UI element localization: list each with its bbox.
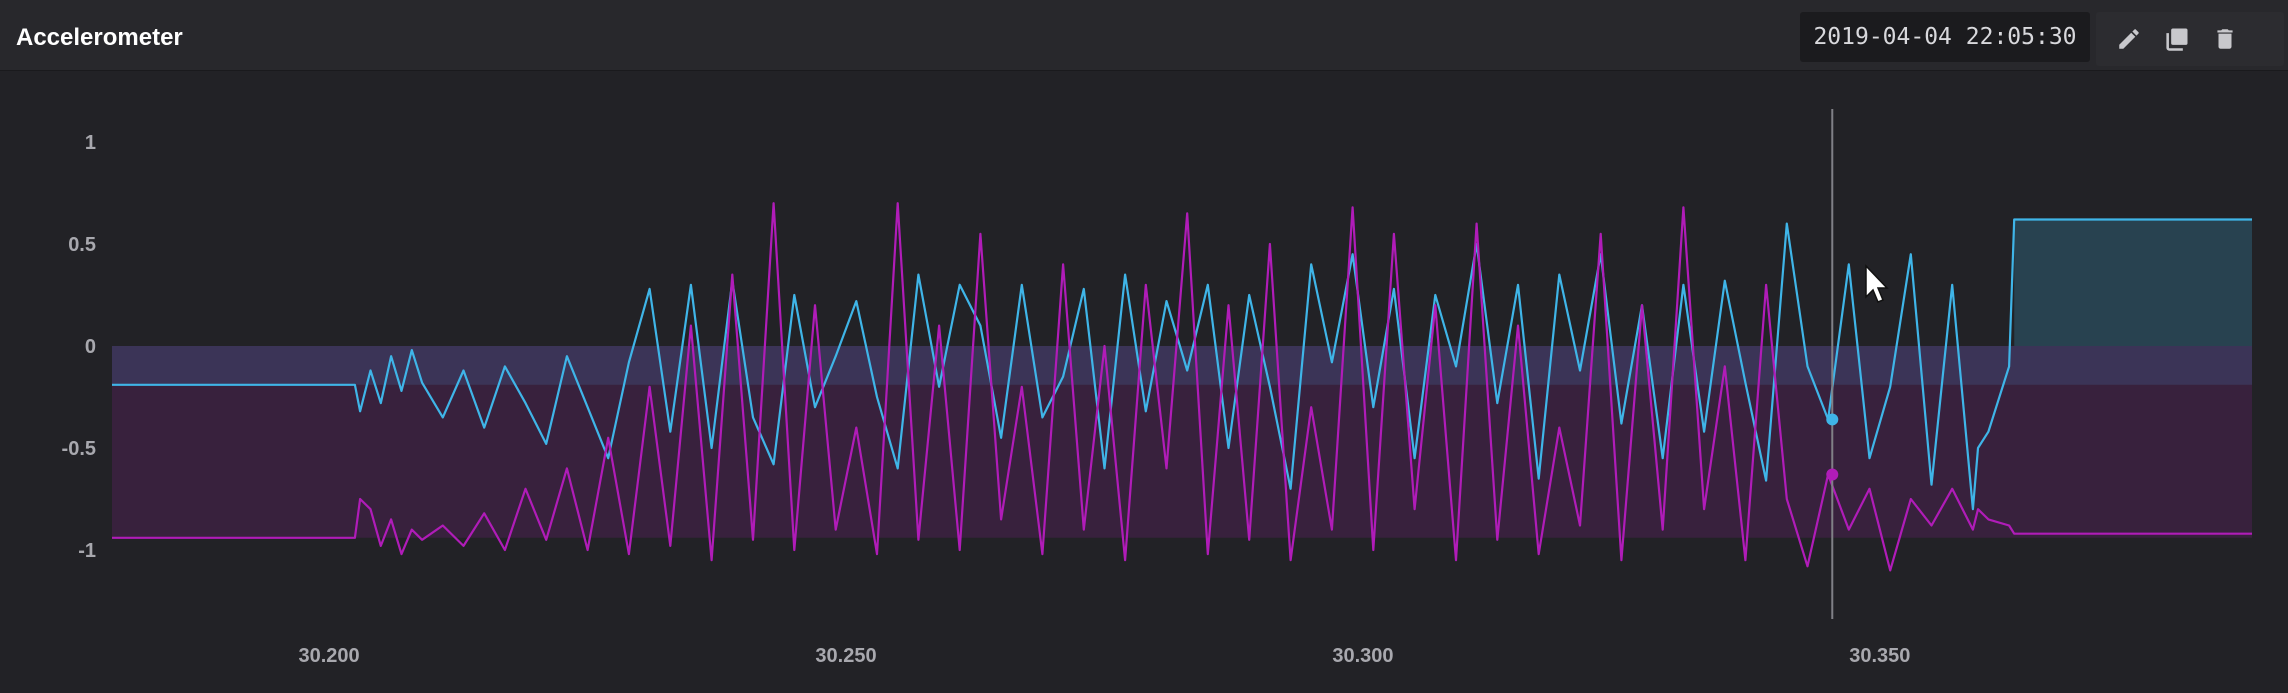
hover-point-series-1 bbox=[1826, 413, 1839, 426]
accelerometer-panel: Accelerometer 2019-04-04 22:05:30 1 0.5 0 -… bbox=[0, 0, 2288, 688]
x-tick-label: 30.350 bbox=[1849, 645, 1910, 667]
timestamp-display[interactable]: 2019-04-04 22:05:30 bbox=[1800, 12, 2090, 62]
y-tick-label: -1 bbox=[78, 540, 96, 562]
x-tick-label: 30.250 bbox=[815, 645, 876, 667]
accelerometer-chart[interactable]: 1 0.5 0 -0.5 -1 30.200 30.250 30.300 30.350 bbox=[0, 71, 2288, 688]
y-tick-label: 1 bbox=[85, 132, 96, 154]
hover-point-series-2 bbox=[1826, 468, 1839, 481]
y-tick-label: 0.5 bbox=[68, 234, 96, 256]
trash-icon[interactable] bbox=[2210, 24, 2240, 54]
x-tick-label: 30.300 bbox=[1332, 645, 1393, 667]
panel-toolbar bbox=[2096, 12, 2284, 66]
mouse-cursor-icon bbox=[1865, 264, 1889, 303]
y-tick-label: 0 bbox=[85, 336, 96, 358]
chart-area[interactable]: 1 0.5 0 -0.5 -1 30.200 30.250 30.300 30.350 bbox=[0, 71, 2288, 688]
panel-title: Accelerometer bbox=[16, 24, 183, 51]
y-tick-label: -0.5 bbox=[62, 438, 96, 460]
x-tick-label: 30.200 bbox=[299, 645, 360, 667]
copy-icon[interactable] bbox=[2162, 24, 2192, 54]
panel-header: Accelerometer 2019-04-04 22:05:30 bbox=[0, 0, 2288, 71]
series-1-end-fill bbox=[2014, 219, 2252, 346]
pencil-icon[interactable] bbox=[2114, 24, 2144, 54]
series-2-fill bbox=[112, 346, 2252, 538]
